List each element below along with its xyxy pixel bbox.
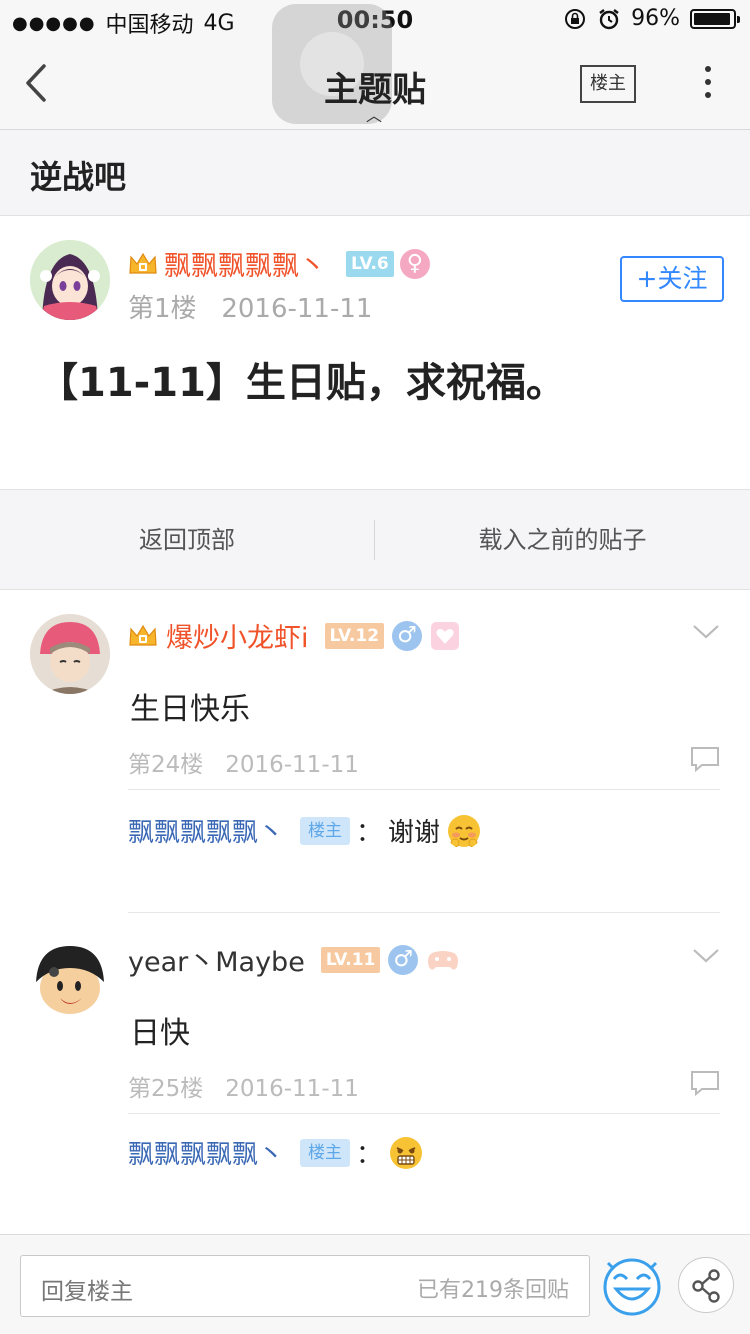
share-button[interactable]: [678, 1257, 734, 1313]
main-post: 飘飘飘飘飘丶 LV.6 ♀ 第1楼 2016-11-11 +关注 【11-11】…: [0, 216, 750, 489]
gamepad-badge-icon: [428, 950, 459, 969]
floor-number: 第1楼: [128, 294, 197, 324]
heart-badge-icon: [431, 621, 460, 650]
grimace-face-emoji-icon: [390, 1136, 423, 1169]
battery-percent: 96%: [631, 6, 680, 31]
reply-item: year丶Maybe LV.11 ♂ 日快 第25楼 2016-11-11 飘飘…: [0, 912, 750, 1232]
author-info: 飘飘飘飘飘丶 LV.6 ♀: [128, 244, 430, 283]
comment-icon[interactable]: [690, 1070, 720, 1096]
level-badge: LV.11: [320, 946, 381, 973]
reply-date: 2016-11-11: [225, 1076, 359, 1102]
reply-avatar[interactable]: [30, 614, 110, 694]
chevron-down-icon[interactable]: [692, 624, 720, 640]
reply-input[interactable]: 回复楼主 已有219条回贴: [20, 1255, 590, 1317]
owner-badge: 楼主: [300, 816, 351, 845]
share-icon: [692, 1269, 720, 1303]
author-avatar[interactable]: [30, 240, 110, 320]
female-icon: ♀: [399, 248, 430, 279]
sub-reply-text: 谢谢: [388, 818, 441, 848]
member-crown-icon: [129, 624, 157, 646]
sub-reply-author[interactable]: 飘飘飘飘飘丶: [128, 1134, 284, 1171]
sub-reply-separator: ：: [356, 818, 383, 848]
bottom-bar: 回复楼主 已有219条回贴: [0, 1234, 750, 1334]
reply-author-name[interactable]: year丶Maybe: [128, 940, 305, 979]
reply-avatar[interactable]: [30, 938, 110, 1018]
orientation-lock-icon: [565, 8, 586, 29]
reply-divider: [128, 1113, 720, 1114]
reply-author-info: 爆炒小龙虾i LV.12 ♂: [128, 616, 460, 655]
comment-icon[interactable]: [690, 746, 720, 772]
member-crown-icon: [129, 252, 157, 274]
sub-reply-author[interactable]: 飘飘飘飘飘丶: [128, 812, 284, 849]
floor-number: 第25楼: [128, 1076, 204, 1102]
emoji-face-button-icon[interactable]: [600, 1253, 664, 1317]
alarm-icon: [599, 8, 619, 29]
floor-number: 第24楼: [128, 752, 204, 778]
reply-divider: [128, 789, 720, 790]
reply-date: 2016-11-11: [225, 752, 359, 778]
male-icon: ♂: [392, 620, 423, 651]
title-caret-icon: ︿: [366, 106, 383, 125]
more-menu-icon[interactable]: [700, 66, 716, 106]
shy-face-emoji-icon: [448, 814, 481, 847]
follow-button[interactable]: +关注: [620, 256, 724, 302]
sub-reply-separator: ：: [356, 1140, 383, 1170]
post-date: 2016-11-11: [221, 294, 373, 324]
post-meta: 第1楼 2016-11-11: [128, 288, 372, 325]
load-previous-button[interactable]: 载入之前的贴子: [375, 490, 750, 590]
forum-bar[interactable]: 逆战吧: [0, 130, 750, 216]
author-name[interactable]: 飘飘飘飘飘丶: [164, 244, 326, 283]
reply-content: 生日快乐: [130, 692, 250, 727]
level-badge: LV.6: [346, 250, 394, 277]
chevron-down-icon[interactable]: [692, 948, 720, 964]
battery-fill: [694, 12, 730, 25]
reply-count: 已有219条回贴: [417, 1278, 569, 1303]
male-icon: ♂: [388, 944, 419, 975]
back-to-top-button[interactable]: 返回顶部: [0, 490, 374, 590]
battery-icon: [690, 8, 740, 29]
reply-meta: 第24楼 2016-11-11: [128, 745, 359, 779]
reply-meta: 第25楼 2016-11-11: [128, 1069, 359, 1103]
post-title: 【11-11】生日贴，求祝福。: [38, 360, 566, 406]
sub-reply: 飘飘飘飘飘丶 楼主 ： 谢谢: [128, 812, 482, 849]
reply-placeholder: 回复楼主: [41, 1279, 133, 1305]
reply-content: 日快: [130, 1016, 190, 1051]
sub-reply: 飘飘飘飘飘丶 楼主 ：: [128, 1134, 424, 1171]
nav-bar: 主题贴 ︿ 楼主: [0, 4, 750, 130]
reply-author-name[interactable]: 爆炒小龙虾i: [166, 616, 309, 655]
reply-author-info: year丶Maybe LV.11 ♂: [128, 940, 460, 979]
forum-name[interactable]: 逆战吧: [30, 152, 126, 198]
reply-item: 爆炒小龙虾i LV.12 ♂ 生日快乐 第24楼 2016-11-11 飘飘飘飘…: [0, 590, 750, 910]
level-badge: LV.12: [324, 622, 385, 649]
pager-bar: 返回顶部 载入之前的贴子: [0, 489, 750, 590]
only-owner-button[interactable]: 楼主: [580, 65, 636, 103]
owner-badge: 楼主: [300, 1138, 351, 1167]
reply-divider: [128, 912, 720, 913]
